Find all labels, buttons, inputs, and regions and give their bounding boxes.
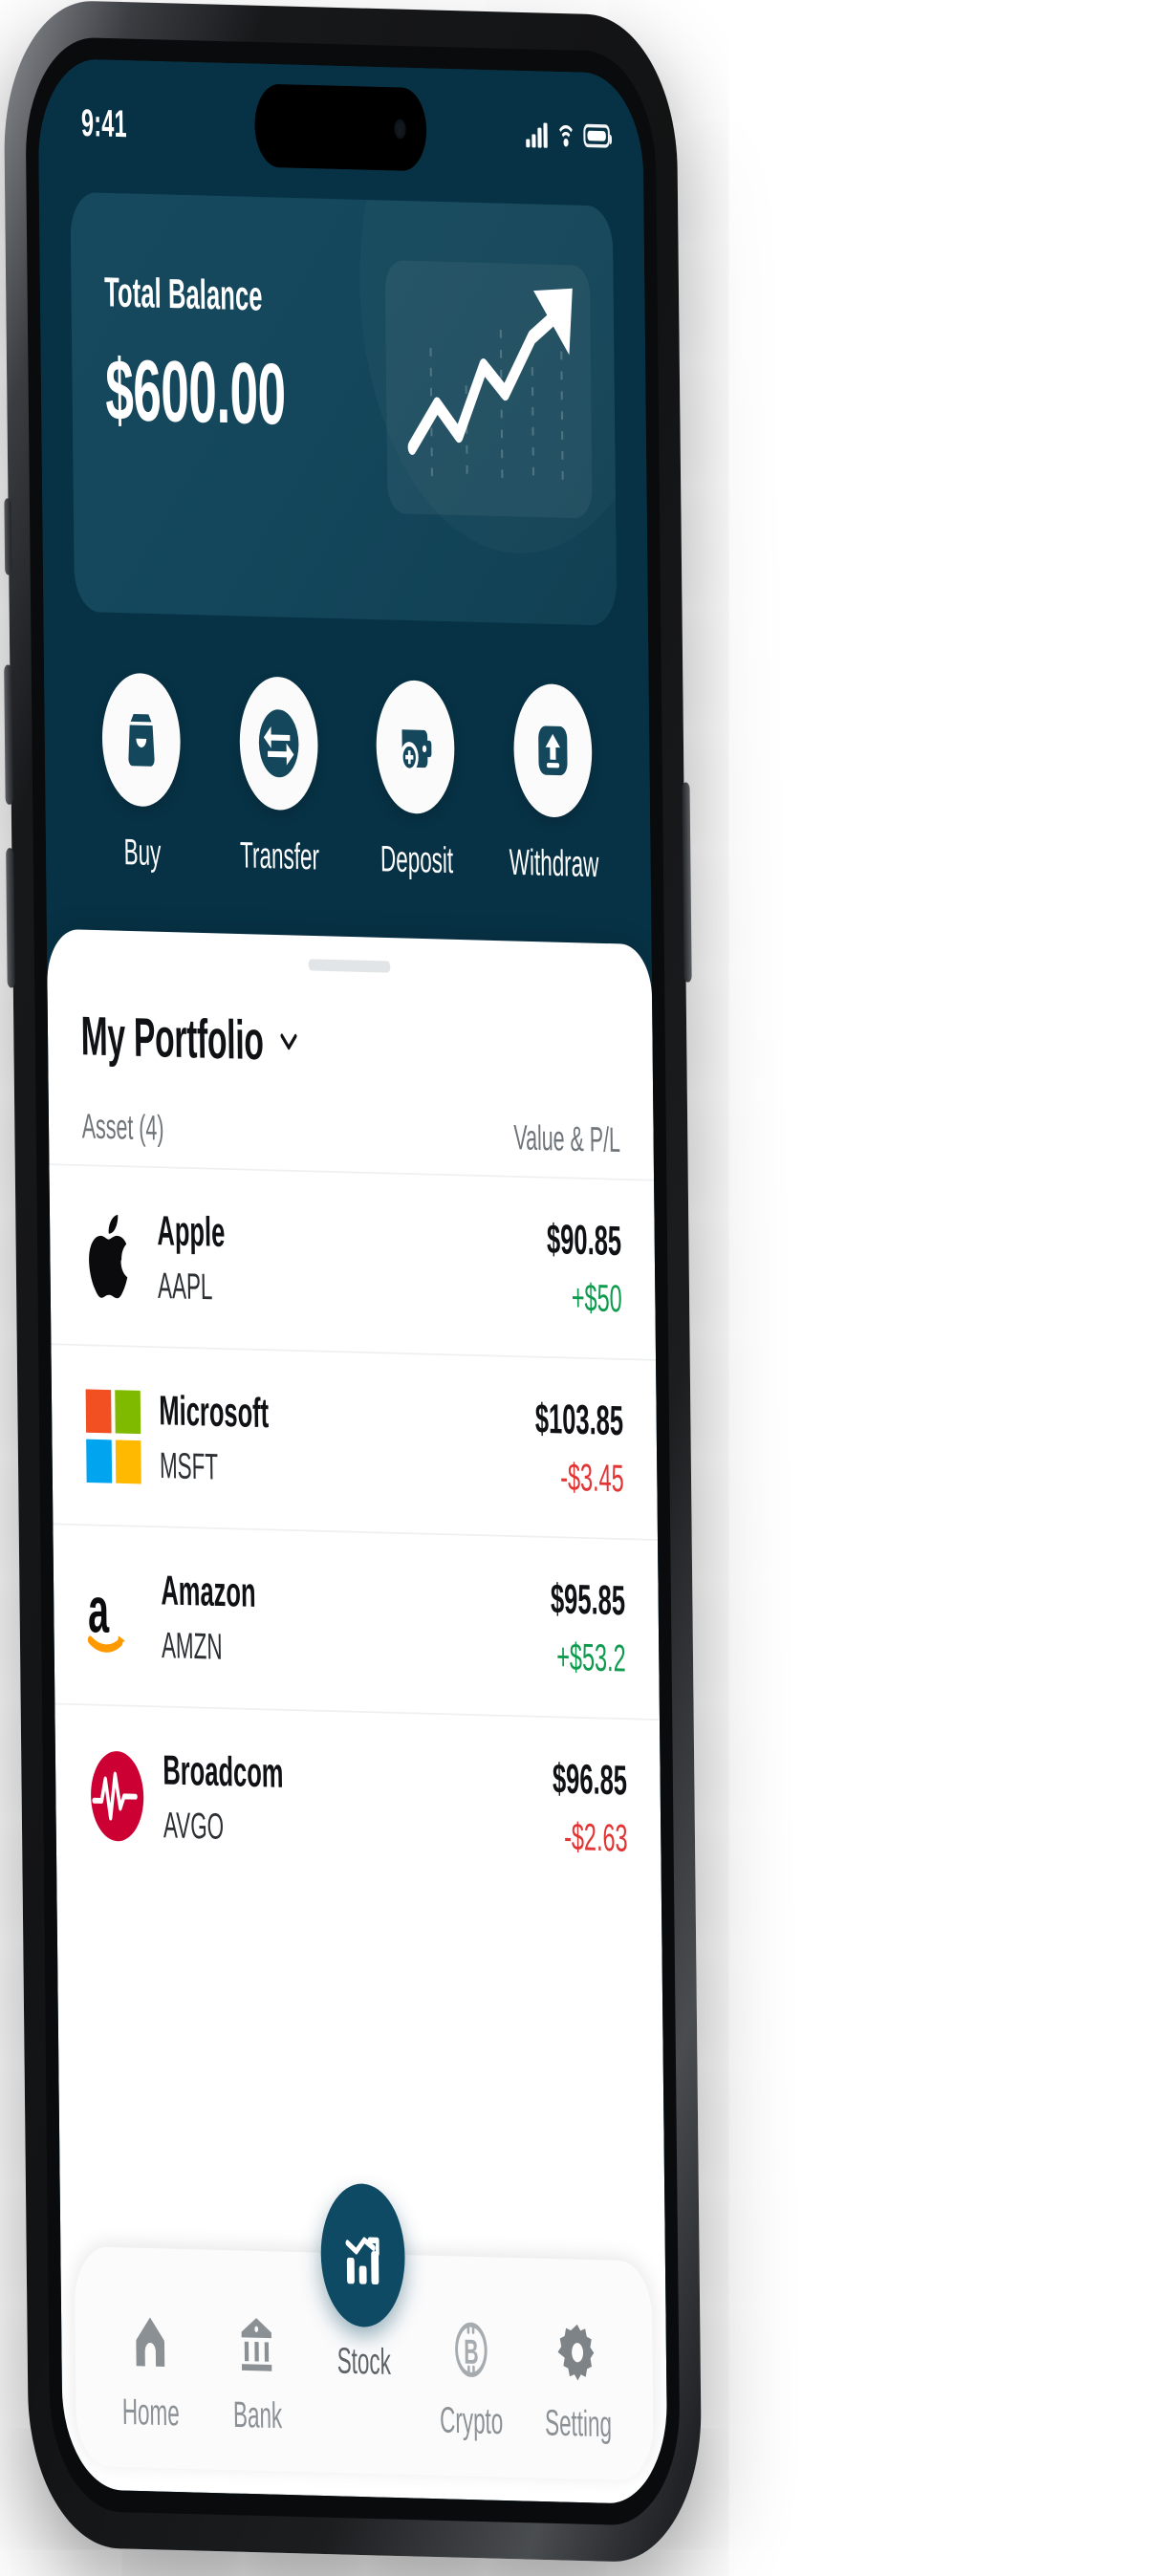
phone-frame: 9:41 Total Balance $600.00 Buy Transfer … xyxy=(2,0,703,2565)
svg-text:B: B xyxy=(464,2333,479,2372)
asset-name: Broadcom xyxy=(163,1746,284,1797)
amazon-logo-icon: a xyxy=(87,1567,144,1665)
asset-ticker: AMZN xyxy=(161,1623,223,1667)
battery-icon xyxy=(583,123,611,148)
asset-values: $90.85 +$50 xyxy=(547,1216,622,1321)
asset-pl: +$50 xyxy=(571,1274,622,1320)
action-withdraw[interactable]: Withdraw xyxy=(494,682,612,887)
portfolio-sheet: My Portfolio Asset (4) Value & P/L Apple… xyxy=(46,928,668,2505)
tab-setting[interactable]: Setting xyxy=(524,2311,632,2447)
deposit-button[interactable] xyxy=(376,679,456,815)
tab-crypto[interactable]: B Crypto xyxy=(417,2308,525,2444)
broadcom-logo-icon xyxy=(89,1746,146,1845)
apple-logo-icon xyxy=(83,1207,141,1306)
balance-card[interactable]: Total Balance $600.00 xyxy=(70,191,618,626)
transfer-button[interactable] xyxy=(238,676,318,812)
phone-bezel: 9:41 Total Balance $600.00 Buy Transfer … xyxy=(24,35,682,2527)
tab-label: Setting xyxy=(544,2401,613,2445)
status-time: 9:41 xyxy=(80,99,127,145)
gear-icon xyxy=(557,2312,597,2387)
dynamic-island xyxy=(254,83,427,172)
deposit-label: Deposit xyxy=(379,837,454,881)
buy-button[interactable] xyxy=(101,672,182,808)
phone-screen: 9:41 Total Balance $600.00 Buy Transfer … xyxy=(37,57,668,2505)
tab-home[interactable]: Home xyxy=(97,2300,205,2435)
bitcoin-icon: B xyxy=(451,2309,491,2384)
upward-trend-chart-icon xyxy=(384,260,593,519)
tab-label: Crypto xyxy=(439,2398,504,2442)
table-row[interactable]: Microsoft MSFT $103.85 -$3.45 xyxy=(51,1343,658,1540)
asset-value: $103.85 xyxy=(534,1395,624,1444)
asset-values: $95.85 +$53.2 xyxy=(551,1575,626,1680)
action-transfer[interactable]: Transfer xyxy=(220,676,337,880)
volume-down-button[interactable] xyxy=(6,847,15,988)
hero-section: Total Balance $600.00 xyxy=(38,162,648,627)
asset-list-header: Asset (4) Value & P/L xyxy=(48,1067,654,1180)
table-row[interactable]: Apple AAPL $90.85 +$50 xyxy=(49,1163,657,1359)
screenshot-scene: 9:41 Total Balance $600.00 Buy Transfer … xyxy=(0,0,1171,2576)
silent-switch[interactable] xyxy=(4,498,12,575)
bottom-navigation: Home Bank Stock B Crypto Setting xyxy=(74,2182,655,2481)
app-screen: 9:41 Total Balance $600.00 Buy Transfer … xyxy=(37,57,668,2505)
tab-label: Stock xyxy=(336,2339,392,2383)
tab-label: Home xyxy=(121,2390,180,2435)
asset-value: $95.85 xyxy=(550,1575,626,1624)
withdraw-button[interactable] xyxy=(512,682,593,819)
asset-identity: Microsoft MSFT xyxy=(159,1387,270,1490)
chevron-down-icon[interactable] xyxy=(277,1022,301,1062)
table-row[interactable]: Broadcom AVGO $96.85 -$2.63 xyxy=(54,1702,661,1899)
wifi-icon xyxy=(555,122,575,157)
asset-ticker: MSFT xyxy=(159,1443,219,1487)
tab-stock[interactable]: Stock xyxy=(309,2182,418,2385)
status-icons xyxy=(526,121,611,157)
page-title: My Portfolio xyxy=(80,1004,264,1072)
action-deposit[interactable]: Deposit xyxy=(358,679,475,883)
asset-name: Apple xyxy=(157,1206,226,1256)
asset-pl: -$3.45 xyxy=(559,1454,624,1500)
stock-fab-button[interactable] xyxy=(319,2182,406,2328)
action-buy[interactable]: Buy xyxy=(83,672,201,877)
asset-value: $96.85 xyxy=(552,1755,628,1805)
asset-ticker: AAPL xyxy=(157,1264,213,1308)
bank-icon xyxy=(237,2304,277,2378)
tab-label: Bank xyxy=(232,2393,283,2436)
withdraw-label: Withdraw xyxy=(509,840,599,885)
asset-identity: Apple AAPL xyxy=(157,1207,226,1309)
asset-values: $103.85 -$3.45 xyxy=(535,1396,624,1501)
upload-box-icon xyxy=(538,725,568,776)
signal-bars-icon xyxy=(526,121,548,147)
table-row[interactable]: a Amazon AMZN $95.85 +$53.2 xyxy=(53,1523,660,1720)
wallet-plus-icon xyxy=(401,729,432,773)
bar-chart-icon xyxy=(345,2237,379,2284)
asset-pl: +$53.2 xyxy=(555,1634,626,1679)
transfer-arrows-icon xyxy=(258,709,299,778)
asset-ticker: AVGO xyxy=(163,1803,225,1847)
microsoft-logo-icon xyxy=(85,1387,142,1485)
transfer-label: Transfer xyxy=(239,833,320,878)
power-button[interactable] xyxy=(682,782,692,983)
tab-bank[interactable]: Bank xyxy=(203,2303,311,2438)
asset-pl: -$2.63 xyxy=(563,1813,628,1859)
volume-up-button[interactable] xyxy=(4,664,13,805)
asset-identity: Amazon AMZN xyxy=(161,1567,256,1669)
shopping-bag-icon xyxy=(128,713,155,767)
svg-text:a: a xyxy=(88,1572,111,1645)
asset-name: Microsoft xyxy=(159,1387,270,1437)
asset-count-label: Asset (4) xyxy=(81,1107,164,1149)
quick-actions: Buy Transfer Deposit Withdraw xyxy=(43,611,650,888)
value-pl-label: Value & P/L xyxy=(513,1118,621,1160)
home-icon xyxy=(130,2301,170,2375)
asset-values: $96.85 -$2.63 xyxy=(553,1755,628,1860)
asset-name: Amazon xyxy=(161,1567,256,1616)
portfolio-header[interactable]: My Portfolio xyxy=(47,963,653,1083)
asset-identity: Broadcom AVGO xyxy=(163,1746,284,1850)
buy-label: Buy xyxy=(123,831,162,874)
asset-value: $90.85 xyxy=(546,1215,622,1265)
